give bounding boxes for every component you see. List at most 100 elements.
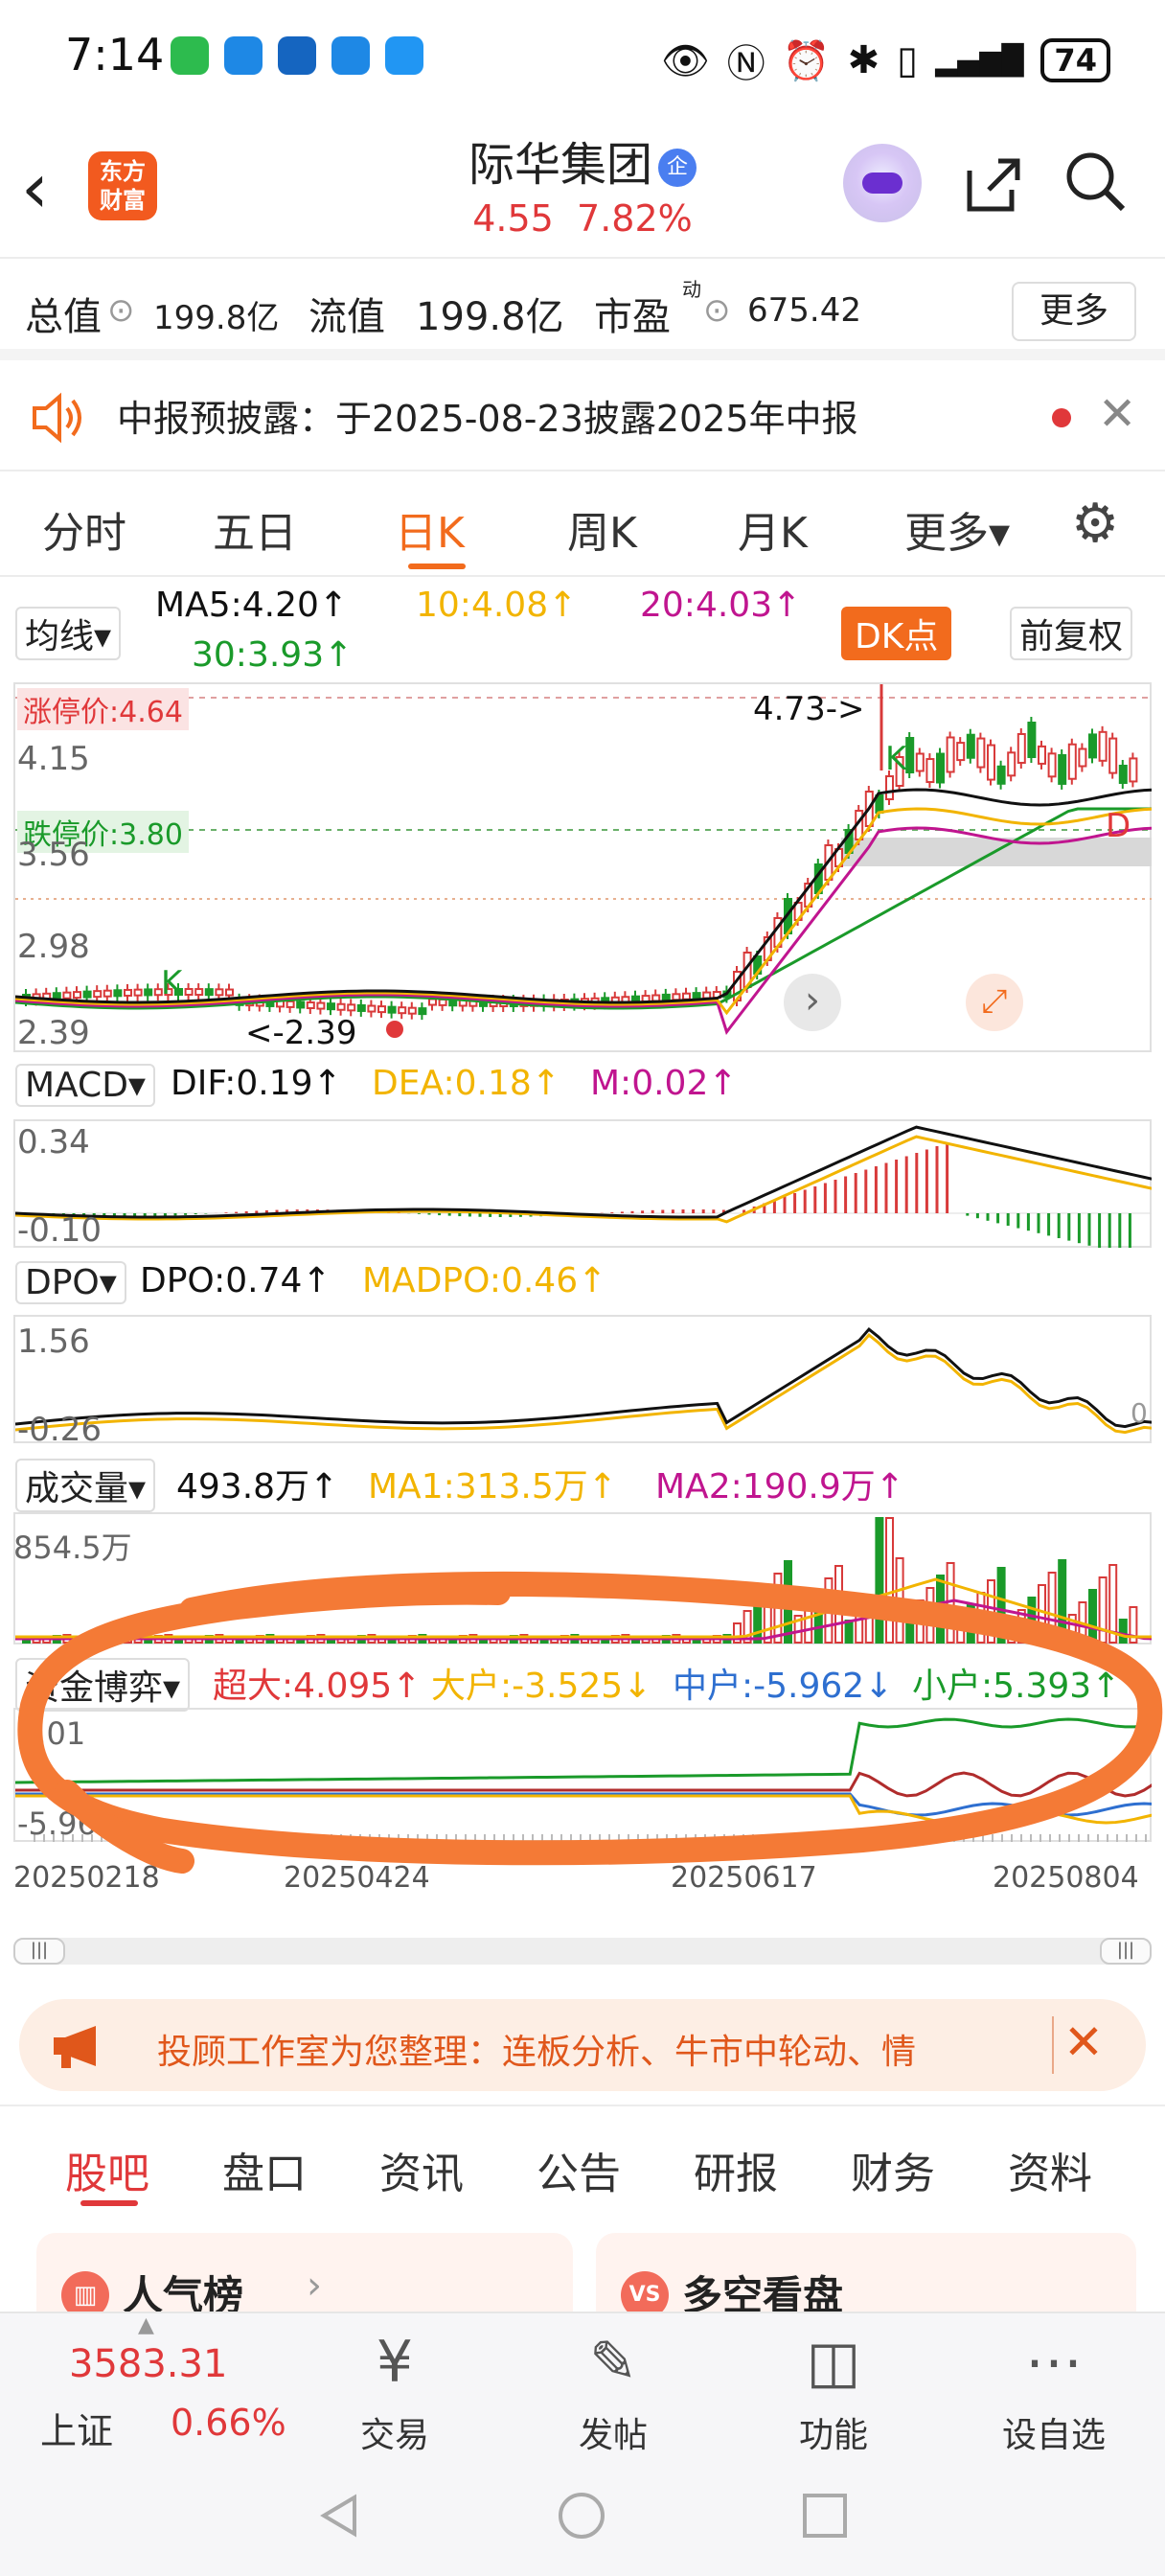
tab-finance[interactable]: 财务 [851, 2139, 935, 2200]
functions-icon[interactable]: ◫ [757, 2329, 910, 2396]
trade-icon[interactable]: ¥ [318, 2329, 471, 2396]
candle-body [387, 1005, 397, 1014]
candle-body [1088, 733, 1097, 759]
tab-research[interactable]: 研报 [694, 2139, 778, 2200]
macd-selector[interactable]: MACD▾ [15, 1064, 155, 1107]
market-cap-value: 199.8亿 [153, 299, 280, 337]
settings-gear-icon[interactable]: ⚙ [1071, 493, 1119, 555]
chevron-right-icon: › [307, 2264, 322, 2308]
index-value[interactable]: 3583.31 [69, 2342, 227, 2386]
candle-body [915, 752, 925, 772]
candle-body [1108, 737, 1118, 774]
tab-monthly-k[interactable]: 月K [738, 498, 808, 560]
candle-body [52, 992, 61, 1000]
tab-daily-k[interactable]: 日K [395, 498, 465, 560]
period-tabs: 分时 五日 日K 周K 月K 更多▾ ⚙ [0, 479, 1165, 575]
expand-icon[interactable]: ⤢ [966, 974, 1023, 1031]
chart-range-scrollbar[interactable]: ||| ||| [13, 1938, 1152, 1965]
more-dots-icon[interactable]: ⋯ [977, 2329, 1131, 2396]
close-icon[interactable]: ✕ [1063, 2014, 1104, 2070]
macd-y-top: 0.34 [17, 1123, 90, 1162]
ma10-value: 10:4.08↑ [416, 586, 578, 625]
candle-body [438, 998, 447, 1006]
highlight-circle [17, 1571, 1163, 1874]
candle-body [692, 992, 701, 1000]
megaphone-icon [54, 2026, 96, 2068]
low-point-marker [386, 1021, 403, 1038]
divider [0, 575, 1165, 577]
close-icon[interactable]: ✕ [1098, 387, 1136, 441]
candle-body [925, 758, 935, 784]
divider [1052, 2016, 1054, 2074]
system-icons: 👁 Ⓝ ⏰ ✱ ▯ ▂▄▆█ 74 [661, 33, 1110, 88]
dpo-y-top: 1.56 [17, 1322, 90, 1361]
weather-icon [385, 36, 423, 75]
notice-text: 中报预披露：于2025-08-23披露2025年中报 [117, 398, 858, 440]
candle-body [1027, 722, 1037, 759]
notice-bar[interactable]: 中报预披露：于2025-08-23披露2025年中报 ✕ [0, 364, 1165, 470]
wechat-icon [171, 36, 209, 75]
candle-body [1067, 743, 1077, 780]
ai-assistant-icon[interactable] [843, 144, 922, 222]
ma5-value: MA5:4.20↑ [155, 586, 349, 625]
message-icon [224, 36, 263, 75]
high-annotation: 4.73-> [753, 690, 865, 728]
pe-dynamic-mark: 动 [682, 278, 701, 301]
indicator-selector[interactable]: 均线▾ [15, 607, 122, 660]
candle-body [885, 775, 894, 800]
tab-intraday[interactable]: 分时 [42, 498, 126, 560]
ma-legend: 均线▾ MA5:4.20↑ 10:4.08↑ 20:4.03↑ 30:3.93↑… [0, 580, 1165, 685]
candle-body [672, 993, 681, 1001]
dea-line [14, 1135, 1154, 1224]
back-nav-icon[interactable] [316, 2492, 364, 2540]
share-icon[interactable] [962, 153, 1025, 217]
home-nav-icon[interactable] [556, 2490, 607, 2542]
candle-body [306, 1000, 315, 1009]
dk-point-button[interactable]: DK点 [841, 607, 952, 660]
tab-news[interactable]: 资讯 [379, 2139, 464, 2200]
tab-order-book[interactable]: 盘口 [222, 2139, 307, 2200]
search-icon[interactable] [1063, 150, 1127, 213]
trade-label[interactable]: 交易 [318, 2407, 471, 2457]
macd-y-bottom: -0.10 [17, 1211, 102, 1250]
range-handle-left[interactable]: ||| [13, 1938, 65, 1965]
info-icon[interactable]: ⊙ [703, 291, 731, 330]
chevron-right-icon[interactable]: › [784, 974, 841, 1031]
app-icon [278, 36, 316, 75]
range-handle-right[interactable]: ||| [1100, 1938, 1152, 1965]
candle-body [1038, 745, 1046, 765]
recents-nav-icon[interactable] [801, 2492, 849, 2540]
tab-announcements[interactable]: 公告 [537, 2139, 621, 2200]
y-label: 2.39 [17, 1014, 90, 1052]
candle-body [1047, 752, 1057, 778]
system-nav-bar [0, 2453, 1165, 2576]
dpo-selector[interactable]: DPO▾ [15, 1261, 126, 1304]
candle-body [113, 989, 123, 998]
tab-profile[interactable]: 资料 [1008, 2139, 1092, 2200]
candle-body [225, 988, 234, 997]
functions-label[interactable]: 功能 [757, 2407, 910, 2457]
stock-header: ‹ 东方 财富 际华集团企 4.55 7.82% [0, 115, 1165, 259]
app-icon [331, 36, 370, 75]
nfc-icon: Ⓝ [726, 42, 765, 86]
volume-selector[interactable]: 成交量▾ [15, 1459, 156, 1512]
tab-weekly-k[interactable]: 周K [567, 498, 637, 560]
active-tab-indicator [408, 564, 466, 569]
info-icon[interactable]: ⊙ [107, 291, 135, 330]
tab-more[interactable]: 更多▾ [904, 498, 1010, 560]
candle-body [377, 1005, 386, 1014]
add-watchlist-label[interactable]: 设自选 [977, 2407, 1131, 2457]
tab-five-day[interactable]: 五日 [213, 498, 297, 560]
candle-body [428, 998, 437, 1006]
post-label[interactable]: 发帖 [537, 2407, 690, 2457]
low-annotation: <-2.39 [245, 1014, 357, 1052]
adjust-selector[interactable]: 前复权 [1010, 607, 1133, 660]
post-icon[interactable]: ✎ [537, 2329, 690, 2396]
battery-icon: 74 [1040, 38, 1110, 82]
more-stats-button[interactable]: 更多 [1012, 282, 1136, 341]
status-bar: 7:14 👁 Ⓝ ⏰ ✱ ▯ ▂▄▆█ 74 [0, 0, 1165, 115]
stats-row: 总值 ⊙ 199.8亿 流值 199.8亿 市盈 动 ⊙ 675.42 更多 [0, 272, 1165, 349]
promo-banner[interactable]: 投顾工作室为您整理：连板分析、牛市中轮动、情 ✕ [19, 1999, 1146, 2091]
k-marker: K [161, 964, 183, 1002]
tab-forum[interactable]: 股吧 [65, 2139, 149, 2200]
